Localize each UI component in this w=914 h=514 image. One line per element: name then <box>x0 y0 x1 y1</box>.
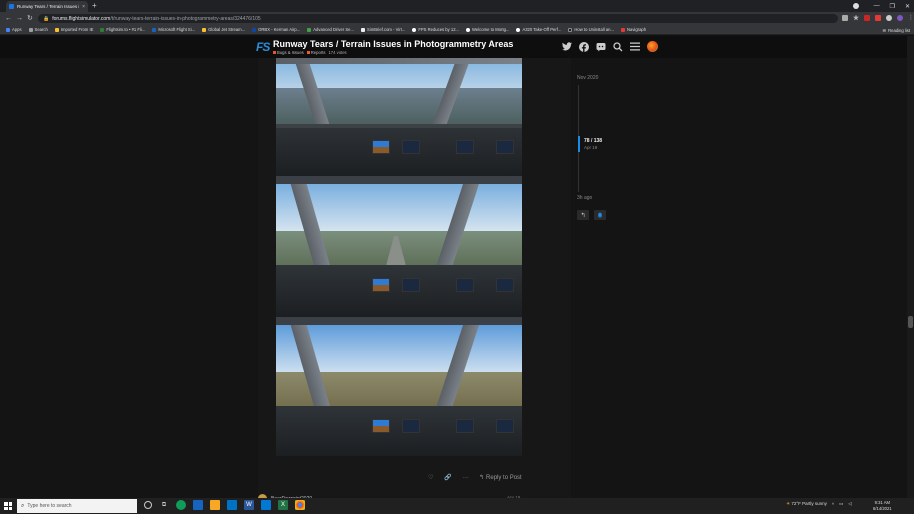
extensions-puzzle-icon[interactable] <box>886 14 892 21</box>
post-image-cockpit-3[interactable] <box>276 317 522 456</box>
maximize-button[interactable]: ❐ <box>890 3 895 10</box>
taskbar-apps: ⧉ W X <box>144 500 305 510</box>
weather-sun-icon: ☀ <box>786 501 791 506</box>
vote-count: 174 votes <box>328 50 347 55</box>
copy-link-icon[interactable]: 🔗 <box>444 474 451 481</box>
site-favicon-icon <box>9 4 14 9</box>
reply-arrow-icon: ↰ <box>479 475 485 481</box>
facebook-icon[interactable] <box>579 41 589 52</box>
bookmark-item[interactable]: Advanced Driver Se... <box>307 27 354 32</box>
excel-icon[interactable]: X <box>278 500 288 510</box>
discord-icon[interactable] <box>596 42 606 52</box>
url-path: /t/runway-tears-terrain-issues-in-photog… <box>110 15 261 22</box>
volume-icon[interactable]: ◁ <box>848 501 851 507</box>
hamburger-menu-icon[interactable] <box>630 42 640 52</box>
share-icon[interactable] <box>842 14 848 21</box>
minimize-button[interactable]: — <box>874 3 880 9</box>
back-arrow-icon[interactable]: ← <box>5 14 12 23</box>
extension-red-icon[interactable] <box>875 14 881 21</box>
bookmark-item[interactable]: Microsoft Flight Si... <box>152 27 195 32</box>
tray-chevron-icon[interactable]: ^ <box>832 502 834 507</box>
timeline-end-date[interactable]: 3h ago <box>577 195 592 201</box>
windows-taskbar <box>0 498 914 514</box>
taskbar-search[interactable]: ⌕ Type here to search <box>17 499 137 513</box>
bookmark-item[interactable]: Search <box>28 27 48 32</box>
close-window-button[interactable]: ✕ <box>905 3 910 10</box>
cortana-icon[interactable] <box>144 501 152 509</box>
timeline-reply-icon[interactable]: ↰ <box>577 210 589 220</box>
network-icon[interactable]: ▭ <box>839 501 843 507</box>
windows-start-icon[interactable] <box>4 502 12 510</box>
timeline-start-date[interactable]: Nov 2020 <box>577 75 598 81</box>
bookmark-item[interactable]: How to Uninstall an... <box>568 27 614 32</box>
scrollbar-thumb[interactable] <box>908 316 913 328</box>
search-icon: ⌕ <box>21 502 25 509</box>
edge-icon[interactable] <box>176 500 186 510</box>
bookmark-item[interactable]: SimBrief.com - Virt... <box>360 27 405 32</box>
post-image-cockpit-1[interactable] <box>276 58 522 176</box>
bookmark-item[interactable]: Welcome to Mortg... <box>466 27 509 32</box>
bookmarks-bar: Apps Search Imported From IE Flightsim.t… <box>0 25 914 35</box>
forward-arrow-icon[interactable]: → <box>16 14 23 23</box>
bookmark-item[interactable]: Flightsim.to • #1 Fli... <box>100 27 145 32</box>
extension-icons: ⋮ <box>842 14 914 21</box>
file-explorer-icon[interactable] <box>210 500 220 510</box>
notification-bell-icon[interactable] <box>594 210 606 220</box>
reading-list-icon: ☰ <box>882 27 887 33</box>
word-icon[interactable]: W <box>244 500 254 510</box>
bookmark-star-icon[interactable] <box>853 14 859 21</box>
bookmark-item[interactable]: Imported From IE <box>54 27 93 32</box>
taskbar-clock[interactable]: 9:31 AM 6/14/2021 <box>873 500 892 511</box>
subcategory-badge[interactable]: Reports <box>306 50 325 55</box>
reading-list-button[interactable]: ☰ Reading list <box>882 25 910 35</box>
system-tray: ☀ 72°F Partly sunny ^ ▭ ◁ <box>786 501 852 507</box>
bookmark-item[interactable]: Global Jet Stream... <box>202 27 245 32</box>
menu-kebab-icon[interactable]: ⋮ <box>908 14 914 21</box>
bookmark-item[interactable]: A320 Take-Off Perf... <box>516 27 561 32</box>
post-actions: ♡ 🔗 ··· <box>428 474 469 482</box>
search-icon[interactable] <box>613 41 623 52</box>
mail-icon[interactable] <box>227 500 237 510</box>
tab-close-icon[interactable]: × <box>82 4 85 10</box>
topic-title[interactable]: Runway Tears / Terrain Issues in Photogr… <box>273 39 513 49</box>
taskbar-search-placeholder: Type here to search <box>27 503 72 509</box>
new-tab-button[interactable]: + <box>92 1 97 11</box>
chrome-profile-icon[interactable] <box>853 3 859 9</box>
chrome-icon[interactable] <box>295 500 305 510</box>
tab-strip <box>0 0 914 12</box>
timeline-position: 78 / 138 <box>584 138 603 144</box>
reload-icon[interactable]: ↻ <box>27 14 33 23</box>
lock-icon: 🔒 <box>43 15 50 22</box>
extension-adblock-icon[interactable] <box>864 14 870 21</box>
topic-meta: Bugs & Issues Reports 174 votes <box>273 50 347 55</box>
timeline-handle[interactable] <box>578 136 580 152</box>
twitter-icon[interactable] <box>562 42 572 52</box>
address-bar[interactable]: 🔒 forums.flightsimulator.com/t/runway-te… <box>38 14 838 23</box>
like-heart-icon[interactable]: ♡ <box>428 474 433 481</box>
task-view-icon[interactable]: ⧉ <box>159 500 169 510</box>
store-icon[interactable] <box>193 500 203 510</box>
browser-tab[interactable]: Runway Tears / Terrain Issues in P... × <box>6 1 88 12</box>
tab-title: Runway Tears / Terrain Issues in P... <box>17 4 79 9</box>
outlook-icon[interactable] <box>261 500 271 510</box>
window-controls: — ❐ ✕ <box>874 0 910 12</box>
bookmark-item[interactable]: Navigraph <box>620 27 646 32</box>
post-image-cockpit-2[interactable] <box>276 176 522 317</box>
page-scrollbar[interactable] <box>907 36 914 498</box>
url-host: forums.flightsimulator.com <box>52 15 111 22</box>
bookmark-item[interactable]: FPS Reduces by 12... <box>412 27 459 32</box>
user-avatar[interactable] <box>647 41 658 52</box>
weather-widget[interactable]: ☀ 72°F Partly sunny <box>786 501 827 507</box>
bookmark-item[interactable]: ORBX - Kerman Airp... <box>252 27 300 32</box>
category-badge[interactable]: Bugs & Issues <box>273 50 304 55</box>
reply-button[interactable]: ↰ Reply to Post <box>479 474 522 482</box>
bookmark-item[interactable]: Apps <box>6 27 22 32</box>
profile-avatar-icon[interactable] <box>897 14 903 21</box>
more-options-icon[interactable]: ··· <box>463 475 469 481</box>
timeline-current-date: Apr 19 <box>584 145 598 150</box>
site-logo[interactable]: FS <box>256 40 270 54</box>
header-icons <box>562 41 658 52</box>
